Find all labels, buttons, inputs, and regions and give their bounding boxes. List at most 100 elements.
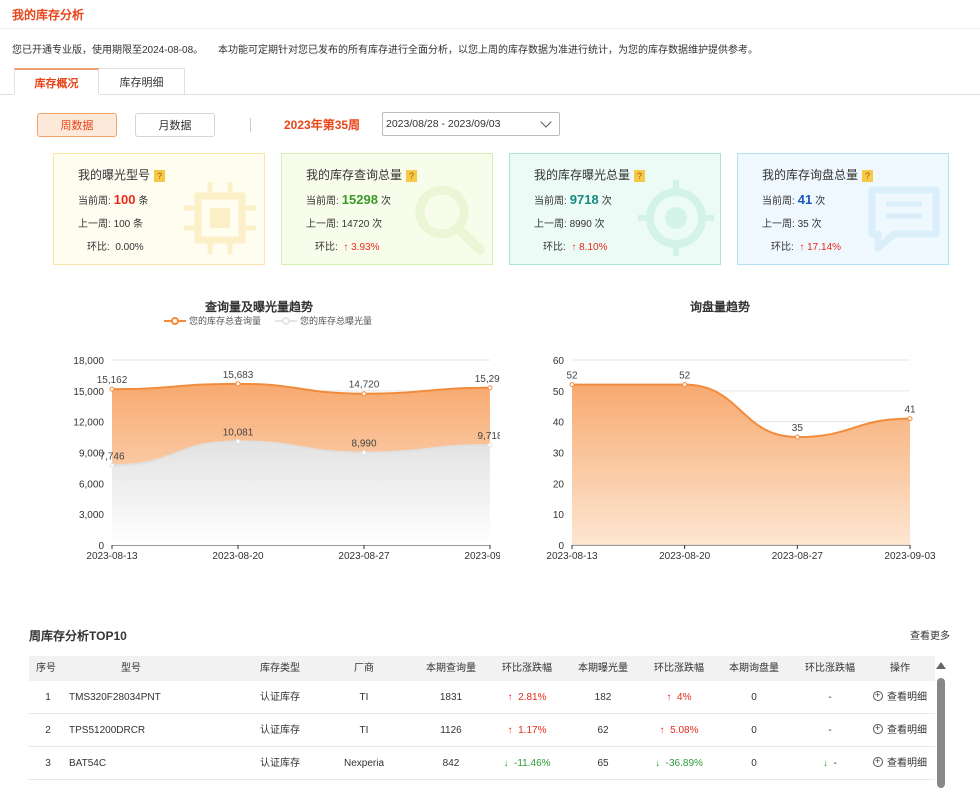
column-header: 序号 — [36, 663, 56, 674]
message-icon — [868, 186, 940, 252]
data-point[interactable] — [487, 442, 493, 448]
legend-item[interactable]: 您的库存总查询量 — [164, 314, 261, 327]
notice-expiry: 您已开通专业版，使用期限至2024-08-08。 — [12, 45, 204, 56]
view-detail-button[interactable]: 查看明细 — [873, 688, 927, 705]
ratio-label: 环比: — [771, 242, 794, 253]
column-header: 环比涨跌幅 — [654, 663, 704, 674]
x-tick-label: 2023-08-27 — [772, 551, 824, 562]
notice: 您已开通专业版，使用期限至2024-08-08。 本功能可定期针对您已发布的所有… — [12, 41, 758, 56]
model-number: TMS320F28034PNT — [69, 692, 161, 703]
separator — [250, 118, 251, 132]
series-area — [572, 384, 910, 545]
data-label: 41 — [904, 405, 916, 416]
card-title: 我的曝光型号 — [78, 168, 151, 182]
y-tick-label: 18,000 — [73, 356, 104, 367]
data-point[interactable] — [109, 386, 115, 392]
data-label: 35 — [792, 423, 804, 434]
model-number: TPS51200DRCR — [69, 725, 146, 736]
stock-type: 认证库存 — [260, 692, 300, 703]
current-label: 当前周: — [306, 196, 339, 207]
inquiry-change: - — [828, 692, 832, 703]
card-title: 我的库存曝光总量 — [534, 168, 631, 182]
view-more-link[interactable]: 查看更多 — [910, 627, 950, 642]
row-divider — [29, 779, 935, 780]
page-title: 我的库存分析 — [12, 8, 85, 22]
data-point[interactable] — [907, 416, 913, 422]
exposure-count: 182 — [594, 692, 612, 703]
data-point[interactable] — [361, 450, 367, 456]
query-change: ↓ -11.46% — [503, 758, 551, 769]
chevron-down-icon — [540, 116, 552, 128]
data-label: 10,081 — [223, 427, 254, 438]
data-label: 52 — [679, 371, 691, 382]
current-unit: 次 — [601, 196, 612, 207]
current-value: 9718 — [569, 192, 599, 207]
previous-value: 8990 次 — [569, 219, 605, 230]
data-point[interactable] — [235, 438, 241, 444]
query-count: 842 — [442, 758, 460, 769]
search-icon — [415, 185, 485, 255]
target-icon — [638, 180, 714, 256]
column-header: 本期查询量 — [426, 663, 476, 674]
data-point[interactable] — [235, 381, 241, 387]
up-arrow-icon: ↑ — [343, 242, 349, 253]
table-header: 序号 型号 库存类型 厂商 本期查询量 环比涨跌幅 本期曝光量 环比涨跌幅 本期询盘量 环比涨跌幅… — [29, 656, 935, 681]
exposure-count: 65 — [597, 758, 609, 769]
view-detail-button[interactable]: 查看明细 — [873, 754, 927, 771]
exposure-count: 62 — [597, 725, 609, 736]
tab-overview[interactable]: 库存概况 — [14, 68, 99, 95]
data-label: 7,746 — [99, 451, 124, 462]
exposure-change: ↑ 4% — [666, 692, 692, 703]
date-range-value: 2023/08/28 - 2023/09/03 — [386, 118, 501, 130]
row-index: 2 — [45, 725, 51, 736]
table-title: 周库存分析TOP10 — [29, 629, 127, 643]
stat-card-exposure-total: 我的库存曝光总量? 当前周: 9718 次 上一周: 8990 次 环比: ↑ 8.… — [509, 153, 721, 265]
query-count: 1126 — [440, 725, 462, 736]
previous-label: 上一周: — [306, 219, 339, 230]
manufacturer: TI — [359, 725, 369, 736]
column-header: 型号 — [121, 663, 141, 674]
scrollbar[interactable] — [936, 662, 946, 788]
x-tick-label: 2023-08-20 — [659, 551, 711, 562]
month-data-button[interactable]: 月数据 — [135, 113, 215, 137]
notice-description: 本功能可定期针对您已发布的所有库存进行全面分析，以您上周的库存数据为准进行统计，… — [218, 45, 758, 56]
data-point[interactable] — [361, 391, 367, 397]
exposure-change: ↑ 5.08% — [659, 725, 699, 736]
data-point[interactable] — [569, 382, 575, 388]
date-range-select[interactable]: 2023/08/28 - 2023/09/03 — [382, 112, 560, 136]
column-header: 本期询盘量 — [729, 663, 779, 674]
tab-detail[interactable]: 库存明细 — [99, 68, 185, 95]
y-tick-label: 60 — [553, 356, 565, 367]
help-icon[interactable]: ? — [154, 169, 166, 182]
column-header: 库存类型 — [260, 663, 300, 674]
column-header: 环比涨跌幅 — [805, 663, 855, 674]
query-change: ↑ 2.81% — [507, 692, 547, 703]
card-title: 我的库存查询总量 — [306, 168, 403, 182]
data-point[interactable] — [794, 434, 800, 440]
scroll-up-icon[interactable] — [936, 662, 946, 669]
data-label: 15,298 — [475, 374, 500, 385]
data-label: 52 — [566, 371, 578, 382]
manufacturer: Nexperia — [343, 758, 385, 769]
query-exposure-chart: 03,0006,0009,00012,00015,00018,0002023-0… — [73, 356, 500, 562]
week-data-button[interactable]: 周数据 — [37, 113, 117, 137]
current-label: 当前周: — [534, 196, 567, 207]
previous-label: 上一周: — [534, 219, 567, 230]
data-label: 15,683 — [223, 370, 254, 381]
legend-item[interactable]: 您的库存总曝光量 — [275, 314, 372, 327]
view-detail-button[interactable]: 查看明细 — [873, 721, 927, 738]
column-header: 环比涨跌幅 — [502, 663, 552, 674]
data-point[interactable] — [109, 462, 115, 468]
column-header: 厂商 — [354, 663, 374, 674]
data-point[interactable] — [487, 385, 493, 391]
scroll-thumb[interactable] — [937, 678, 945, 788]
card-title: 我的库存询盘总量 — [762, 168, 859, 182]
stock-type: 认证库存 — [260, 758, 300, 769]
stock-type: 认证库存 — [260, 725, 300, 736]
column-header: 本期曝光量 — [578, 663, 628, 674]
ratio-label: 环比: — [315, 242, 338, 253]
x-tick-label: 2023-08-13 — [546, 551, 598, 562]
period-label: 2023年第35周 — [284, 118, 361, 132]
data-point[interactable] — [682, 382, 688, 388]
table-row: 1 TMS320F28034PNT 认证库存 TI 1831 ↑ 2.81% 182 ↑ 4%… — [29, 681, 935, 714]
